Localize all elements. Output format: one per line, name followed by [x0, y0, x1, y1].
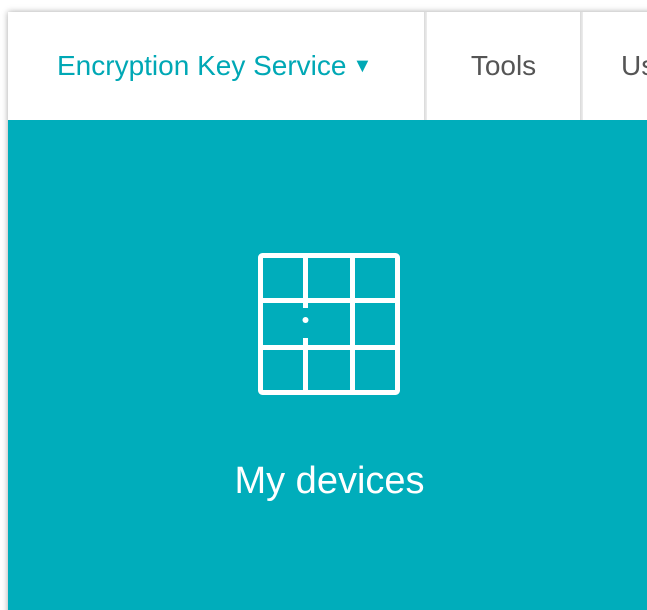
caret-down-icon: ▼: [352, 54, 373, 77]
top-nav: Encryption Key Service ▼ Tools Us: [8, 12, 647, 120]
nav-users[interactable]: Us: [583, 12, 647, 120]
nav-users-label: Us: [621, 50, 647, 81]
my-devices-label: My devices: [234, 460, 425, 502]
nav-tools[interactable]: Tools: [427, 12, 580, 120]
device-grid-icon: [258, 253, 400, 395]
nav-encryption-key-service-label: Encryption Key Service: [57, 50, 347, 81]
main-panel: Encryption Key Service ▼ Tools Us: [8, 12, 647, 610]
my-devices-tile[interactable]: My devices: [8, 120, 647, 610]
nav-encryption-key-service[interactable]: Encryption Key Service ▼: [8, 12, 424, 120]
app-frame: Encryption Key Service ▼ Tools Us: [0, 0, 647, 610]
nav-tools-label: Tools: [470, 50, 537, 81]
